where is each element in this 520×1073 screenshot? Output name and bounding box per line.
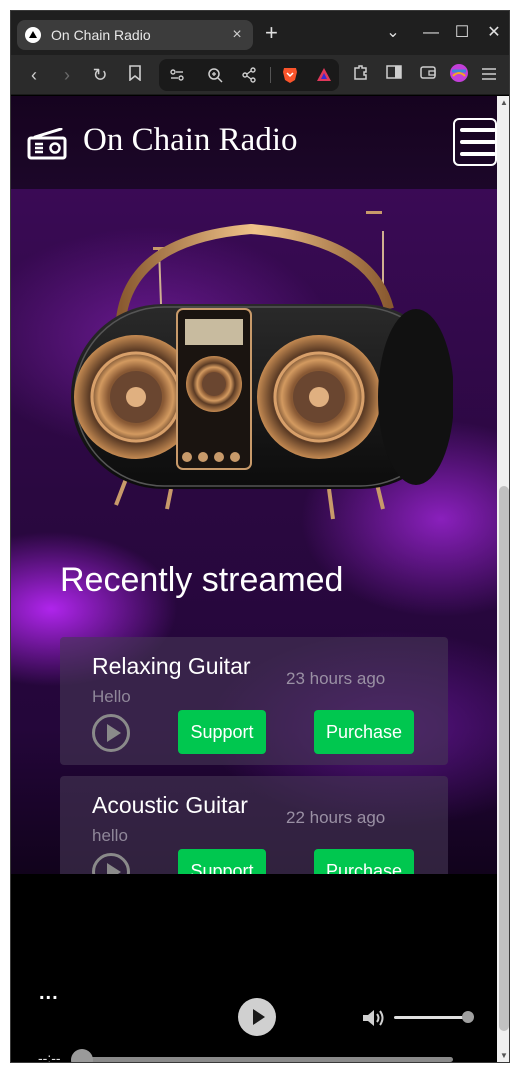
brave-rewards-icon[interactable] xyxy=(315,66,333,84)
tab-close-icon[interactable]: × xyxy=(229,26,245,44)
track-description: hello xyxy=(92,826,128,845)
share-icon[interactable] xyxy=(241,67,257,83)
reload-icon[interactable]: ↻ xyxy=(88,63,112,87)
tab-search-dropdown-icon[interactable]: ⌄ xyxy=(383,21,403,45)
seek-bar[interactable] xyxy=(79,1057,453,1062)
tab-bar: On Chain Radio × + ⌄ — ☐ ✕ xyxy=(11,11,509,55)
maximize-button[interactable]: ☐ xyxy=(452,21,472,45)
brave-shields-icon[interactable] xyxy=(281,66,299,84)
track-timestamp: 23 hours ago xyxy=(286,669,386,688)
scroll-up-arrow-icon[interactable]: ▲ xyxy=(499,98,509,108)
volume-icon[interactable] xyxy=(361,1007,385,1029)
now-playing-title: ... xyxy=(39,982,59,1004)
page-scrollbar[interactable]: ▲ ▼ xyxy=(497,96,509,1062)
volume-slider[interactable] xyxy=(394,1016,468,1019)
playback-time: --:-- xyxy=(38,1050,61,1063)
radio-logo-icon[interactable] xyxy=(27,128,67,160)
menu-icon[interactable] xyxy=(477,63,501,87)
play-track-icon[interactable] xyxy=(92,714,130,752)
bookmark-icon[interactable] xyxy=(123,63,147,87)
vintage-radio-image xyxy=(71,211,453,520)
audio-player: ... --:-- xyxy=(11,874,497,1063)
new-tab-button[interactable]: + xyxy=(265,21,278,45)
seek-bar-handle[interactable] xyxy=(71,1049,93,1062)
site-favicon-icon xyxy=(25,27,41,43)
recently-streamed-heading: Recently streamed xyxy=(60,561,344,599)
sidebar-icon[interactable] xyxy=(382,63,406,87)
volume-slider-handle[interactable] xyxy=(462,1011,474,1023)
browser-tab[interactable]: On Chain Radio × xyxy=(17,20,253,50)
browser-toolbar: ‹ › ↻ xyxy=(11,55,509,95)
track-title: Acoustic Guitar xyxy=(92,792,248,818)
support-button[interactable]: Support xyxy=(178,710,266,754)
profile-avatar-icon[interactable] xyxy=(447,63,471,87)
tab-title: On Chain Radio xyxy=(51,27,151,43)
track-timestamp: 22 hours ago xyxy=(286,808,386,827)
browser-window: On Chain Radio × + ⌄ — ☐ ✕ ‹ › ↻ On Chai… xyxy=(10,10,510,1063)
hamburger-line xyxy=(460,140,496,144)
zoom-icon[interactable] xyxy=(207,67,223,83)
hero-section: Recently streamed Relaxing Guitar 23 hou… xyxy=(11,189,497,959)
purchase-button[interactable]: Purchase xyxy=(314,710,414,754)
extensions-icon[interactable] xyxy=(349,63,373,87)
site-settings-icon[interactable] xyxy=(169,67,185,83)
hamburger-line xyxy=(460,128,496,132)
hamburger-menu-button[interactable] xyxy=(453,118,497,166)
scrollbar-thumb[interactable] xyxy=(499,486,509,1031)
back-icon[interactable]: ‹ xyxy=(22,63,46,87)
site-header: On Chain Radio xyxy=(11,96,497,189)
track-title: Relaxing Guitar xyxy=(92,653,251,679)
hamburger-line xyxy=(460,152,496,156)
player-play-button[interactable] xyxy=(238,998,276,1036)
site-title[interactable]: On Chain Radio xyxy=(83,122,297,159)
track-description: Hello xyxy=(92,687,131,706)
scroll-down-arrow-icon[interactable]: ▼ xyxy=(499,1051,509,1061)
address-bar[interactable] xyxy=(159,59,339,91)
address-divider xyxy=(270,67,271,83)
forward-icon[interactable]: › xyxy=(55,63,79,87)
wallet-icon[interactable] xyxy=(416,63,440,87)
close-window-button[interactable]: ✕ xyxy=(484,21,504,45)
page-viewport: On Chain Radio Recently streamed Relaxin… xyxy=(11,96,497,1063)
minimize-button[interactable]: — xyxy=(421,21,441,45)
track-card: Relaxing Guitar 23 hours ago Hello Suppo… xyxy=(60,637,448,765)
